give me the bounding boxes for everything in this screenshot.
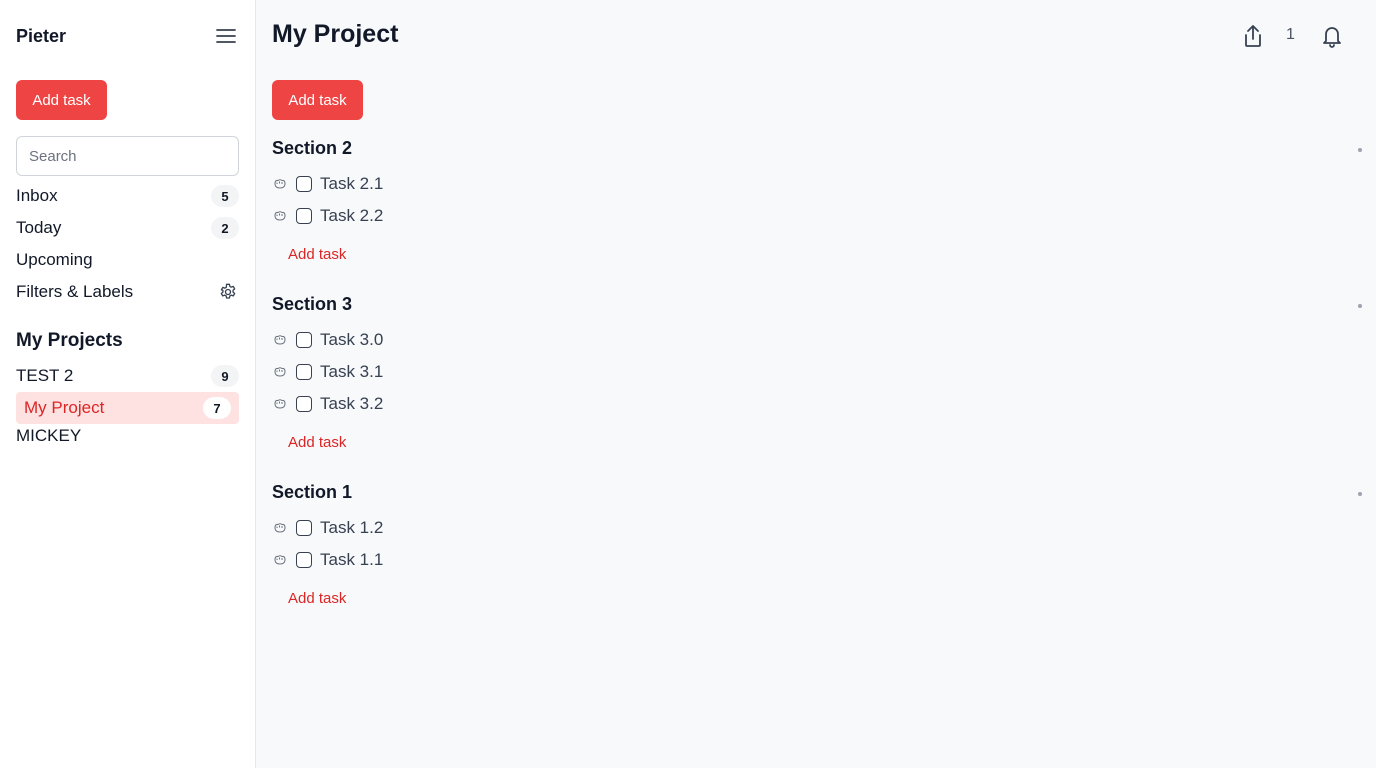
task-checkbox[interactable]	[296, 332, 312, 348]
task-row: Task 1.1	[272, 548, 383, 572]
task-label: Task 3.0	[320, 330, 384, 349]
inbox-count-badge: 5	[211, 185, 239, 207]
task-checkbox[interactable]	[296, 520, 312, 536]
my-projects-heading: My Projects	[16, 330, 123, 351]
task-row: Task 2.2	[272, 204, 383, 228]
nav-item-label: Inbox	[16, 186, 58, 205]
drag-handle-icon[interactable]	[272, 521, 288, 535]
share-icon[interactable]	[1239, 22, 1267, 50]
drag-handle-icon[interactable]	[272, 209, 288, 223]
sidebar-add-task-button[interactable]: Add task	[16, 80, 107, 120]
task-row: Task 3.2	[272, 392, 383, 416]
section-menu-dot[interactable]	[1358, 148, 1362, 152]
project-count-badge: 7	[203, 397, 231, 419]
task-row: Task 2.1	[272, 172, 383, 196]
today-count-badge: 2	[211, 217, 239, 239]
section: Section 3 Task 3.0 Task 3.1 Task 3.2 Add…	[272, 294, 1362, 466]
nav-item-upcoming[interactable]: Upcoming	[16, 248, 239, 272]
project-item-test-2[interactable]: TEST 2 9	[16, 360, 239, 392]
section-menu-dot[interactable]	[1358, 304, 1362, 308]
project-label: My Project	[24, 398, 105, 417]
drag-handle-icon[interactable]	[272, 333, 288, 347]
project-label: MICKEY	[16, 426, 82, 445]
drag-handle-icon[interactable]	[272, 397, 288, 411]
main-content: My Project 1 Add task Section 2 Task 2.1…	[256, 0, 1376, 768]
nav-item-filters-labels[interactable]: Filters & Labels	[16, 280, 239, 304]
section-title: Section 1	[272, 482, 353, 502]
project-label: TEST 2	[16, 366, 74, 385]
nav-item-label: Upcoming	[16, 250, 93, 269]
section-title: Section 2	[272, 138, 353, 158]
task-checkbox[interactable]	[296, 396, 312, 412]
hamburger-menu-icon[interactable]	[213, 24, 239, 48]
task-checkbox[interactable]	[296, 364, 312, 380]
section-add-task-link[interactable]: Add task	[288, 590, 346, 607]
drag-handle-icon[interactable]	[272, 365, 288, 379]
task-checkbox[interactable]	[296, 176, 312, 192]
task-checkbox[interactable]	[296, 208, 312, 224]
task-label: Task 3.2	[320, 394, 384, 413]
bell-icon[interactable]	[1318, 22, 1346, 50]
section-title: Section 3	[272, 294, 353, 314]
section: Section 1 Task 1.2 Task 1.1 Add task	[272, 482, 1362, 622]
drag-handle-icon[interactable]	[272, 177, 288, 191]
sidebar: Pieter Add task Inbox 5 Today 2 Upcoming…	[0, 0, 256, 768]
nav-item-today[interactable]: Today 2	[16, 216, 239, 240]
task-label: Task 2.1	[320, 174, 384, 193]
section-add-task-link[interactable]: Add task	[288, 434, 346, 451]
nav-item-inbox[interactable]: Inbox 5	[16, 184, 239, 208]
task-label: Task 3.1	[320, 362, 384, 381]
task-row: Task 3.1	[272, 360, 383, 384]
task-row: Task 1.2	[272, 516, 383, 540]
task-checkbox[interactable]	[296, 552, 312, 568]
task-label: Task 1.1	[320, 550, 384, 569]
drag-handle-icon[interactable]	[272, 553, 288, 567]
project-count-badge: 9	[211, 365, 239, 387]
sidebar-header: Pieter	[16, 24, 239, 48]
task-label: Task 2.2	[320, 206, 384, 225]
notification-count: 1	[1286, 26, 1295, 43]
nav-item-label: Today	[16, 218, 62, 237]
section-menu-dot[interactable]	[1358, 492, 1362, 496]
task-label: Task 1.2	[320, 518, 384, 537]
gear-icon[interactable]	[217, 281, 239, 303]
main-add-task-button[interactable]: Add task	[272, 80, 363, 120]
section-add-task-link[interactable]: Add task	[288, 246, 346, 263]
page-title: My Project	[272, 20, 399, 48]
section: Section 2 Task 2.1 Task 2.2 Add task	[272, 138, 1362, 278]
nav-item-label: Filters & Labels	[16, 282, 134, 301]
search-input[interactable]	[16, 136, 239, 176]
user-name: Pieter	[16, 25, 67, 46]
project-item-mickey[interactable]: MICKEY	[16, 420, 239, 452]
task-row: Task 3.0	[272, 328, 383, 352]
